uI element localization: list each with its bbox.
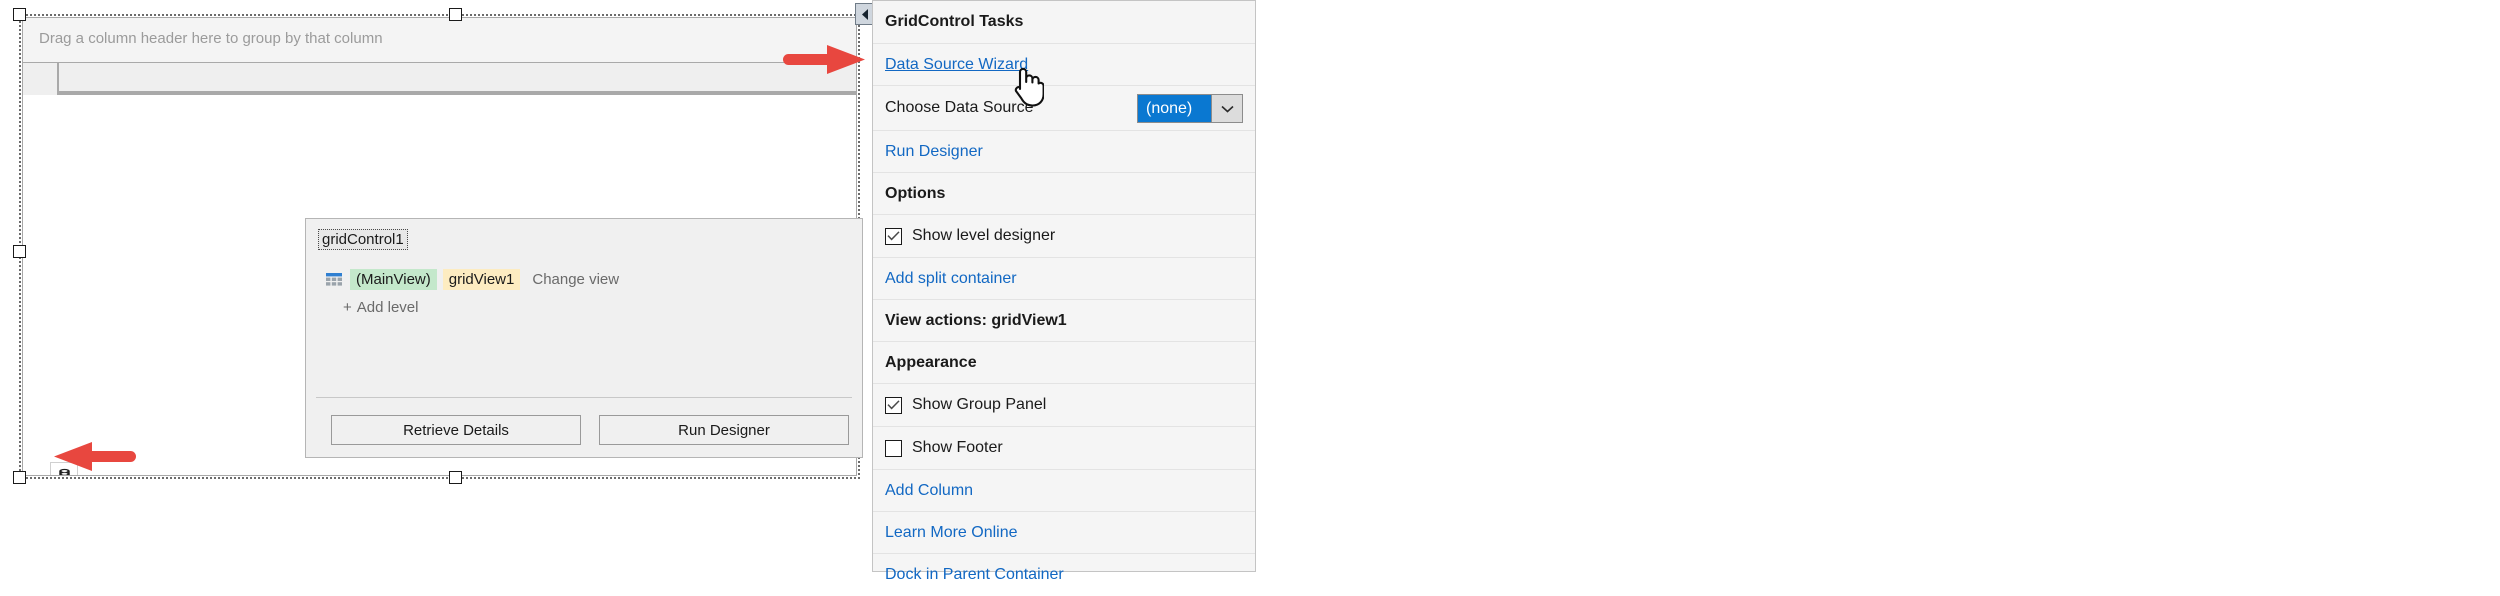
checkbox-checked-icon — [885, 396, 902, 414]
data-source-wizard-link[interactable]: Data Source Wizard — [873, 44, 1255, 86]
add-level-link[interactable]: + Add level — [343, 299, 418, 316]
level-designer-control-name[interactable]: gridControl1 — [318, 229, 408, 250]
options-header: Options — [873, 173, 1255, 215]
learn-more-online-label: Learn More Online — [885, 523, 1018, 541]
add-column-label: Add Column — [885, 481, 974, 499]
dock-in-parent-container-label: Dock in Parent Container — [885, 566, 1064, 583]
data-source-dropdown-button[interactable] — [1211, 95, 1242, 122]
choose-data-source-row[interactable]: Choose Data Source (none) — [873, 86, 1255, 131]
add-column-link[interactable]: Add Column — [873, 470, 1255, 512]
add-split-container-link[interactable]: Add split container — [873, 258, 1255, 300]
dock-in-parent-container-link[interactable]: Dock in Parent Container — [873, 554, 1255, 596]
view-actions-header: View actions: gridView1 — [873, 300, 1255, 342]
grid-control-tasks-panel[interactable]: GridControl Tasks Data Source Wizard Cho… — [872, 0, 1256, 583]
red-arrow-left-icon — [54, 442, 136, 475]
run-designer-button[interactable]: Run Designer — [599, 415, 849, 445]
plus-icon: + — [343, 299, 352, 316]
task-panel-title: GridControl Tasks — [873, 1, 1255, 44]
checkbox-checked-icon — [885, 227, 902, 245]
smart-tag-arrow-icon — [862, 8, 868, 20]
selection-handle-bottom-center[interactable] — [449, 471, 462, 484]
level-designer-body: gridControl1 (MainView) gridView1 Change… — [306, 219, 862, 397]
show-footer-checkbox[interactable]: Show Footer — [873, 427, 1255, 470]
screenshot-root: Drag a column header here to group by th… — [0, 0, 2500, 583]
data-source-value: (none) — [1138, 95, 1211, 122]
show-group-panel-checkbox[interactable]: Show Group Panel — [873, 384, 1255, 427]
view-name-chip[interactable]: gridView1 — [442, 269, 521, 290]
show-level-designer-checkbox[interactable]: Show level designer — [873, 215, 1255, 258]
main-view-chip[interactable]: (MainView) — [350, 269, 437, 290]
add-split-container-label: Add split container — [885, 269, 1017, 287]
learn-more-online-link[interactable]: Learn More Online — [873, 512, 1255, 554]
hand-pointer-cursor — [1010, 63, 1045, 111]
selection-handle-top-left[interactable] — [13, 8, 26, 21]
checkbox-unchecked-icon — [885, 439, 902, 457]
level-designer-separator — [316, 397, 852, 398]
data-source-combobox[interactable]: (none) — [1137, 94, 1243, 123]
red-arrow-right-icon — [783, 45, 865, 78]
visual-studio-designer-surface: Drag a column header here to group by th… — [0, 0, 877, 578]
show-group-panel-label: Show Group Panel — [912, 396, 1047, 413]
selection-handle-middle-left[interactable] — [13, 245, 26, 258]
appearance-header: Appearance — [873, 342, 1255, 384]
level-designer-panel[interactable]: gridControl1 (MainView) gridView1 Change… — [305, 218, 863, 458]
show-level-designer-label: Show level designer — [912, 227, 1056, 244]
show-footer-label: Show Footer — [912, 439, 1003, 456]
change-view-link[interactable]: Change view — [532, 271, 619, 288]
run-designer-link[interactable]: Run Designer — [873, 131, 1255, 173]
level-designer-view-row[interactable]: (MainView) gridView1 Change view — [326, 269, 619, 290]
grid-view-icon — [326, 273, 342, 286]
selection-handle-bottom-left[interactable] — [13, 471, 26, 484]
add-level-label: Add level — [356, 299, 419, 316]
retrieve-details-button[interactable]: Retrieve Details — [331, 415, 581, 445]
run-designer-label: Run Designer — [885, 142, 983, 160]
data-source-wizard-label: Data Source Wizard — [885, 55, 1029, 73]
chevron-down-icon — [1220, 105, 1234, 113]
selection-handle-top-center[interactable] — [449, 8, 462, 21]
